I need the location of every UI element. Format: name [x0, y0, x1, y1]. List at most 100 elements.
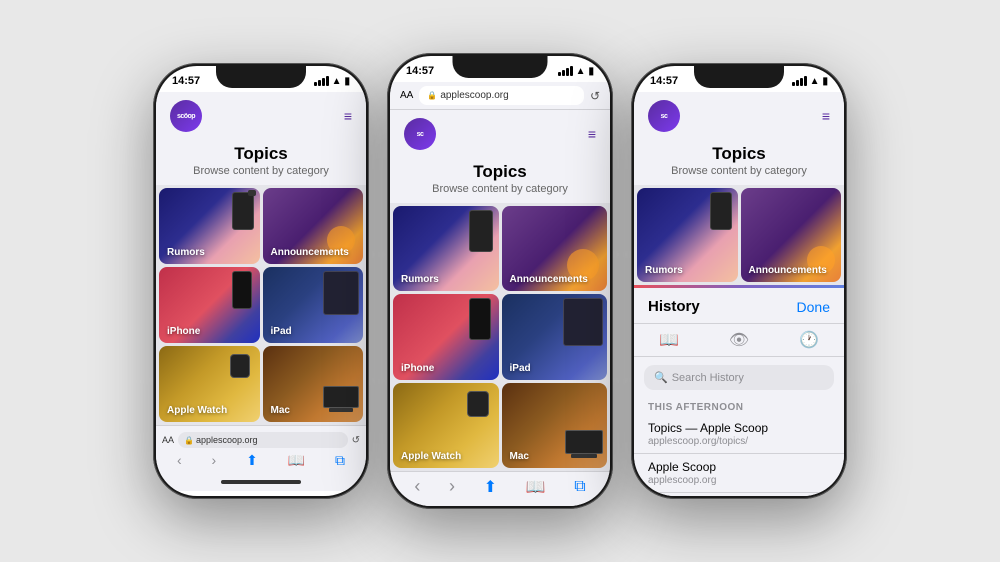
topic-card-mac-2[interactable]: Mac: [502, 383, 608, 468]
bottom-bar-2: ‹ › ⬆ 📖 ⧉: [390, 471, 610, 501]
bookmarks-icon-2[interactable]: 📖: [526, 477, 546, 497]
battery-icon-1: ▮: [344, 76, 350, 87]
topic-card-announcements-3[interactable]: Announcements: [741, 188, 842, 282]
app-logo-1: scöop: [170, 100, 202, 132]
bottom-bar-1: AA 🔒 applescoop.org ↺ ‹ › ⬆ 📖 ⧉: [156, 425, 366, 473]
topic-card-mac-1[interactable]: Mac: [263, 346, 364, 422]
page-title-section-3: Topics Browse content by category: [634, 140, 844, 185]
topic-label-announcements-1: Announcements: [271, 247, 349, 258]
topics-grid-3: Rumors Announcements: [634, 185, 844, 285]
topic-label-iphone-2: iPhone: [401, 363, 434, 374]
bookmarks-tab-icon[interactable]: 📖: [659, 330, 679, 350]
safari-aa-2[interactable]: AA: [400, 90, 413, 101]
url-bar-1[interactable]: 🔒 applescoop.org: [178, 432, 348, 448]
app-logo-3: sc: [648, 100, 680, 132]
share-icon-1[interactable]: ⬆: [246, 452, 258, 469]
url-text-2: applescoop.org: [440, 90, 508, 101]
topic-card-applewatch-1[interactable]: Apple Watch: [159, 346, 260, 422]
topic-card-announcements-2[interactable]: Announcements: [502, 206, 608, 291]
tabs-icon-2[interactable]: ⧉: [574, 478, 585, 496]
page-title-section-2: Topics Browse content by category: [390, 158, 610, 203]
page-title-1: Topics: [156, 144, 366, 164]
history-item-2[interactable]: about:blank about:blank: [634, 493, 844, 496]
menu-icon-3[interactable]: ≡: [822, 108, 830, 124]
home-indicator-2: [390, 501, 610, 506]
topic-card-iphone-2[interactable]: iPhone: [393, 294, 499, 379]
topics-grid-2: Rumors Announcements iPhone iPad Apple W…: [390, 203, 610, 471]
topic-label-rumors-3: Rumors: [645, 265, 683, 276]
app-header-1: scöop ≡: [156, 92, 366, 140]
topic-card-iphone-1[interactable]: iPhone: [159, 267, 260, 343]
home-indicator-1: [156, 473, 366, 491]
notch-1: [216, 66, 306, 88]
history-section-header: This Afternoon: [634, 398, 844, 415]
history-item-title-0: Topics — Apple Scoop: [648, 421, 830, 435]
topic-card-ipad-2[interactable]: iPad: [502, 294, 608, 379]
topic-label-ipad-1: iPad: [271, 326, 292, 337]
reload-icon-2[interactable]: ↺: [590, 89, 600, 103]
topic-label-mac-2: Mac: [510, 451, 529, 462]
history-item-url-1: applescoop.org: [648, 475, 830, 486]
aa-label-1[interactable]: AA: [162, 435, 174, 445]
page-subtitle-2: Browse content by category: [390, 183, 610, 195]
history-search[interactable]: 🔍 Search History: [644, 365, 834, 390]
bookmarks-icon-1[interactable]: 📖: [288, 452, 305, 469]
topic-label-iphone-1: iPhone: [167, 326, 200, 337]
back-icon-2[interactable]: ‹: [414, 476, 420, 497]
topic-card-rumors-3[interactable]: Rumors: [637, 188, 738, 282]
topic-label-mac-1: Mac: [271, 405, 290, 416]
topic-card-applewatch-2[interactable]: Apple Watch: [393, 383, 499, 468]
history-done-button[interactable]: Done: [797, 299, 830, 315]
forward-icon-2[interactable]: ›: [449, 476, 455, 497]
page-title-3: Topics: [634, 144, 844, 164]
battery-icon-2: ▮: [588, 66, 594, 77]
status-icons-3: ▲ ▮: [792, 76, 828, 87]
phones-container: 14:57 ▲ ▮ scöop ≡: [123, 0, 877, 562]
app-header-2: sc ≡: [390, 110, 610, 158]
safari-header-2: AA 🔒 applescoop.org ↺: [390, 82, 610, 110]
topic-label-rumors-2: Rumors: [401, 274, 439, 285]
reading-list-tab-icon[interactable]: 👁: [729, 330, 749, 350]
signal-icon-3: [792, 76, 807, 86]
share-icon-2[interactable]: ⬆: [484, 477, 497, 497]
topic-card-announcements-1[interactable]: Announcements: [263, 188, 364, 264]
menu-icon-2[interactable]: ≡: [588, 126, 596, 142]
topic-label-applewatch-2: Apple Watch: [401, 451, 461, 462]
address-row-1: AA 🔒 applescoop.org ↺: [162, 430, 360, 452]
wifi-icon-1: ▲: [332, 76, 342, 87]
history-tab-icon[interactable]: 🕐: [799, 330, 819, 350]
tabs-icon-1[interactable]: ⧉: [335, 452, 345, 469]
menu-icon-1[interactable]: ≡: [344, 108, 352, 124]
search-icon: 🔍: [654, 371, 668, 384]
topic-card-rumors-1[interactable]: Rumors: [159, 188, 260, 264]
topic-label-applewatch-1: Apple Watch: [167, 405, 227, 416]
page-title-2: Topics: [390, 162, 610, 182]
topic-card-rumors-2[interactable]: Rumors: [393, 206, 499, 291]
history-item-1[interactable]: Apple Scoop applescoop.org: [634, 454, 844, 493]
history-header: History Done: [634, 288, 844, 324]
search-placeholder: Search History: [672, 372, 744, 384]
back-icon-1[interactable]: ‹: [177, 452, 182, 469]
safari-url-bar-2[interactable]: 🔒 applescoop.org: [419, 86, 584, 105]
topics-grid-1: Rumors Announcements iPhone iPad: [156, 185, 366, 425]
time-1: 14:57: [172, 75, 200, 87]
signal-icon-2: [558, 66, 573, 76]
forward-icon-1[interactable]: ›: [212, 452, 217, 469]
status-icons-2: ▲ ▮: [558, 66, 594, 77]
url-text-1: applescoop.org: [196, 435, 258, 445]
phone-3: 14:57 ▲ ▮ sc ≡: [631, 63, 847, 499]
bottom-icons-1: ‹ › ⬆ 📖 ⧉: [162, 452, 360, 469]
status-icons-1: ▲ ▮: [314, 76, 350, 87]
time-2: 14:57: [406, 65, 434, 77]
app-logo-2: sc: [404, 118, 436, 150]
topic-card-ipad-1[interactable]: iPad: [263, 267, 364, 343]
topic-label-announcements-2: Announcements: [510, 274, 588, 285]
signal-icon-1: [314, 76, 329, 86]
battery-icon-3: ▮: [822, 76, 828, 87]
history-item-0[interactable]: Topics — Apple Scoop applescoop.org/topi…: [634, 415, 844, 454]
lock-icon-1: 🔒: [184, 436, 194, 445]
page-subtitle-3: Browse content by category: [634, 165, 844, 177]
reload-icon-1[interactable]: ↺: [352, 435, 360, 446]
wifi-icon-3: ▲: [810, 76, 820, 87]
page-subtitle-1: Browse content by category: [156, 165, 366, 177]
